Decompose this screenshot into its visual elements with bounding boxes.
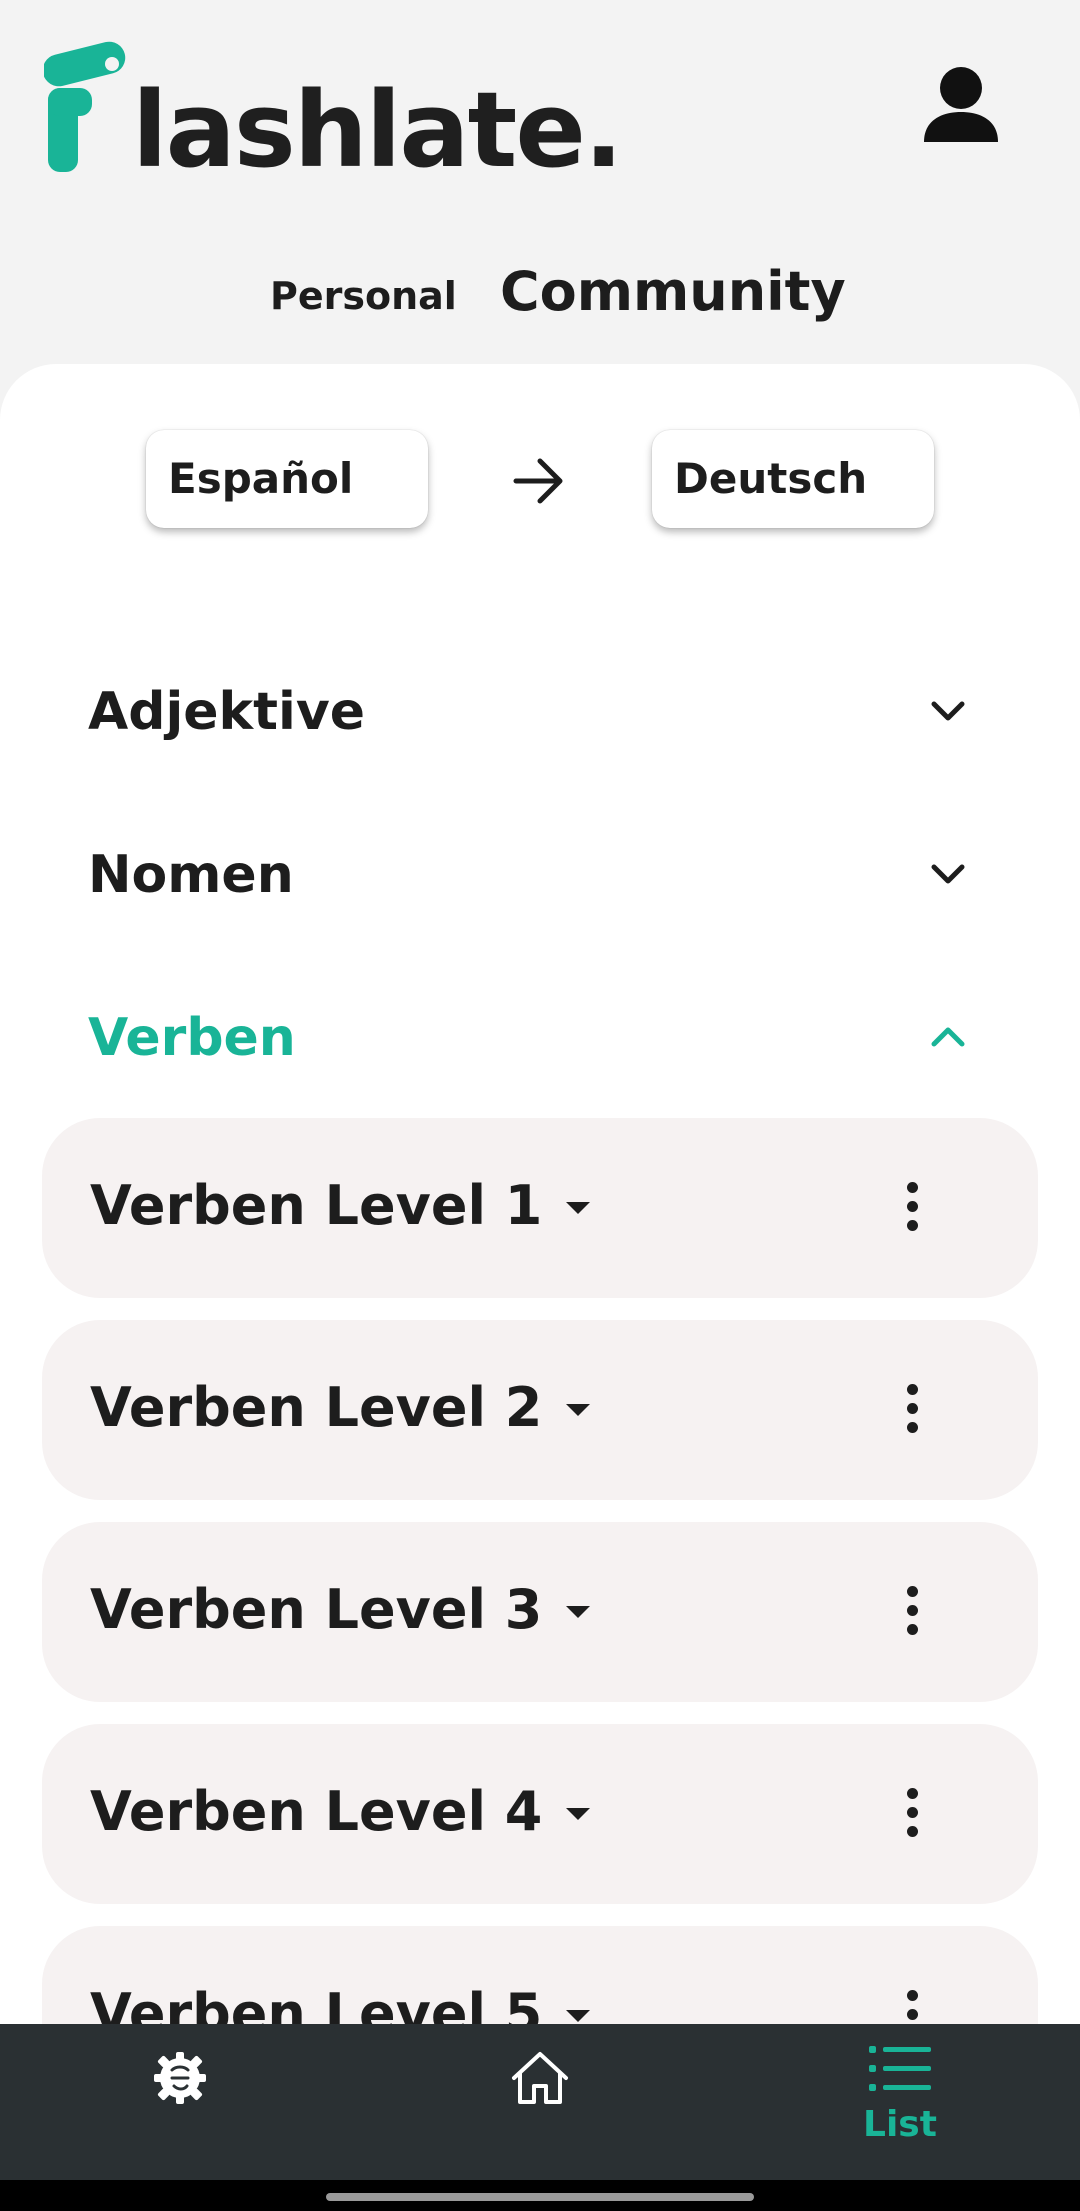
caret-down-icon bbox=[566, 1202, 591, 1214]
tab-community[interactable]: Community bbox=[500, 260, 846, 323]
logo-mark-icon bbox=[44, 41, 126, 172]
category-verben[interactable]: Verben bbox=[88, 996, 968, 1086]
source-language-select[interactable]: Español bbox=[146, 430, 428, 528]
chevron-up-icon bbox=[931, 1027, 965, 1047]
list-icon bbox=[869, 2046, 931, 2091]
category-label: Nomen bbox=[88, 845, 294, 905]
category-nomen[interactable]: Nomen bbox=[88, 833, 968, 923]
content-card: Español Deutsch Adjektive Nomen Verben V… bbox=[0, 364, 1080, 2024]
level-title: Verben Level 2 bbox=[90, 1376, 591, 1439]
nav-learn-button[interactable] bbox=[100, 2044, 260, 2164]
level-title: Verben Level 1 bbox=[90, 1174, 591, 1237]
list-item[interactable]: Verben Level 2 bbox=[42, 1320, 1038, 1500]
list-source-tabs: Personal Community bbox=[0, 256, 1080, 326]
list-item[interactable]: Verben Level 1 bbox=[42, 1118, 1038, 1298]
level-title: Verben Level 5 bbox=[90, 1982, 591, 2024]
gesture-handle[interactable] bbox=[326, 2193, 754, 2201]
caret-down-icon bbox=[566, 1606, 591, 1618]
tab-personal[interactable]: Personal bbox=[270, 274, 457, 318]
logo-text: lashlate. bbox=[132, 69, 623, 191]
list-item[interactable]: Verben Level 4 bbox=[42, 1724, 1038, 1904]
arrow-right-icon bbox=[513, 458, 563, 504]
chevron-down-icon bbox=[931, 864, 965, 884]
more-options-button[interactable] bbox=[892, 1990, 932, 2024]
more-options-button[interactable] bbox=[892, 1788, 932, 1848]
brain-gear-icon bbox=[154, 2052, 206, 2104]
more-options-button[interactable] bbox=[892, 1384, 932, 1444]
category-label: Verben bbox=[88, 1008, 296, 1068]
caret-down-icon bbox=[566, 1808, 591, 1820]
home-icon bbox=[512, 2052, 568, 2104]
profile-button[interactable] bbox=[918, 64, 1004, 150]
nav-list-button[interactable]: List bbox=[820, 2044, 980, 2164]
category-label: Adjektive bbox=[88, 682, 365, 742]
category-adjektive[interactable]: Adjektive bbox=[88, 670, 968, 760]
more-options-button[interactable] bbox=[892, 1182, 932, 1242]
chevron-down-icon bbox=[931, 701, 965, 721]
list-item[interactable]: Verben Level 5 bbox=[42, 1926, 1038, 2024]
target-language-select[interactable]: Deutsch bbox=[652, 430, 934, 528]
caret-down-icon bbox=[566, 2010, 591, 2022]
list-item[interactable]: Verben Level 3 bbox=[42, 1522, 1038, 1702]
level-title: Verben Level 4 bbox=[90, 1780, 591, 1843]
level-title: Verben Level 3 bbox=[90, 1578, 591, 1641]
app-logo: lashlate. bbox=[44, 38, 623, 182]
nav-list-label: List bbox=[863, 2104, 937, 2145]
more-options-button[interactable] bbox=[892, 1586, 932, 1646]
caret-down-icon bbox=[566, 1404, 591, 1416]
bottom-navigation: List bbox=[0, 2024, 1080, 2180]
user-icon bbox=[924, 67, 998, 142]
nav-home-button[interactable] bbox=[460, 2044, 620, 2164]
system-gesture-bar bbox=[0, 2180, 1080, 2211]
